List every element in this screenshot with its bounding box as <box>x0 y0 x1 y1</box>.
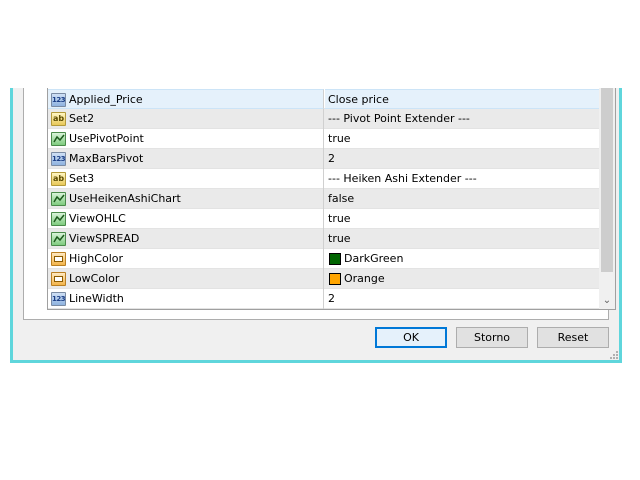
property-name-cell[interactable]: UseHeikenAshiChart <box>48 189 324 209</box>
boolean-icon <box>51 192 66 206</box>
color-icon <box>51 272 66 286</box>
property-row[interactable]: ViewOHLC true <box>48 209 601 229</box>
property-value: --- Pivot Point Extender --- <box>328 112 470 125</box>
property-row[interactable]: UsePivotPoint true <box>48 129 601 149</box>
boolean-icon <box>51 132 66 146</box>
property-name: LowColor <box>69 272 120 285</box>
property-name: HighColor <box>69 252 124 265</box>
ok-button[interactable]: OK <box>375 327 447 348</box>
reset-button[interactable]: Reset <box>537 327 609 348</box>
vertical-scrollbar[interactable]: ⌄ <box>599 88 615 309</box>
color-icon <box>51 252 66 266</box>
property-name-cell[interactable]: HighColor <box>48 249 324 269</box>
property-name: LineWidth <box>69 292 124 305</box>
property-row[interactable]: UseHeikenAshiChart false <box>48 189 601 209</box>
property-row[interactable]: LowColor Orange <box>48 269 601 289</box>
property-value: Close price <box>328 93 389 106</box>
property-row[interactable]: ab Set2 --- Pivot Point Extender --- <box>48 109 601 129</box>
property-name-cell[interactable]: 123 Applied_Price <box>48 89 324 109</box>
property-value-cell[interactable]: true <box>325 209 601 229</box>
property-name: MaxBarsPivot <box>69 152 144 165</box>
property-name-cell[interactable]: ViewOHLC <box>48 209 324 229</box>
property-value: Orange <box>344 272 385 285</box>
property-value-cell[interactable]: true <box>325 129 601 149</box>
property-value: false <box>328 192 355 205</box>
property-value-cell[interactable]: --- Pivot Point Extender --- <box>325 109 601 129</box>
property-row[interactable]: 123 Applied_Price Close price <box>48 89 601 109</box>
property-name: UseHeikenAshiChart <box>69 192 181 205</box>
property-value-cell[interactable]: false <box>325 189 601 209</box>
property-name: Set2 <box>69 112 95 125</box>
property-name: Applied_Price <box>69 93 143 106</box>
property-name-cell[interactable]: LowColor <box>48 269 324 289</box>
property-name: ViewOHLC <box>69 212 126 225</box>
property-value-cell[interactable]: 2 <box>325 149 601 169</box>
property-row[interactable]: HighColor DarkGreen <box>48 249 601 269</box>
dialog-client-area: 123 Applied_Price Close price ab Set2 --- Piv… <box>13 88 619 360</box>
property-grid: 123 Applied_Price Close price ab Set2 --- Piv… <box>47 88 616 310</box>
property-row[interactable]: 123 LineWidth 2 <box>48 289 601 309</box>
numeric-icon: 123 <box>51 93 66 107</box>
inputs-panel: 123 Applied_Price Close price ab Set2 --- Piv… <box>23 88 616 320</box>
property-value-cell[interactable]: DarkGreen <box>325 249 601 269</box>
scrollbar-thumb[interactable] <box>601 88 613 272</box>
property-value: 2 <box>328 292 335 305</box>
property-name: UsePivotPoint <box>69 132 144 145</box>
numeric-icon: 123 <box>51 292 66 306</box>
dialog-window: 123 Applied_Price Close price ab Set2 --- Piv… <box>10 88 622 363</box>
property-rows: 123 Applied_Price Close price ab Set2 --- Piv… <box>48 89 601 309</box>
property-name: ViewSPREAD <box>69 232 140 245</box>
property-row[interactable]: ab Set3 --- Heiken Ashi Extender --- <box>48 169 601 189</box>
property-row[interactable]: ViewSPREAD true <box>48 229 601 249</box>
property-value-cell[interactable]: --- Heiken Ashi Extender --- <box>325 169 601 189</box>
property-name: Set3 <box>69 172 95 185</box>
string-icon: ab <box>51 172 66 186</box>
boolean-icon <box>51 212 66 226</box>
property-value-cell[interactable]: true <box>325 229 601 249</box>
string-icon: ab <box>51 112 66 126</box>
property-value: true <box>328 212 351 225</box>
property-value: DarkGreen <box>344 252 404 265</box>
property-name-cell[interactable]: UsePivotPoint <box>48 129 324 149</box>
color-swatch <box>329 273 341 285</box>
property-value-cell[interactable]: 2 <box>325 289 601 309</box>
property-name-cell[interactable]: ab Set3 <box>48 169 324 189</box>
property-value: true <box>328 132 351 145</box>
property-name-cell[interactable]: 123 MaxBarsPivot <box>48 149 324 169</box>
property-value: true <box>328 232 351 245</box>
property-name-cell[interactable]: 123 LineWidth <box>48 289 324 309</box>
numeric-icon: 123 <box>51 152 66 166</box>
scroll-down-icon[interactable]: ⌄ <box>599 292 615 309</box>
property-name-cell[interactable]: ViewSPREAD <box>48 229 324 249</box>
property-value-cell[interactable]: Orange <box>325 269 601 289</box>
color-swatch <box>329 253 341 265</box>
boolean-icon <box>51 232 66 246</box>
storno-button[interactable]: Storno <box>456 327 528 348</box>
property-value-cell[interactable]: Close price <box>325 89 601 109</box>
property-value: 2 <box>328 152 335 165</box>
property-value: --- Heiken Ashi Extender --- <box>328 172 477 185</box>
property-row[interactable]: 123 MaxBarsPivot 2 <box>48 149 601 169</box>
resize-grip-icon[interactable] <box>608 349 618 359</box>
property-name-cell[interactable]: ab Set2 <box>48 109 324 129</box>
